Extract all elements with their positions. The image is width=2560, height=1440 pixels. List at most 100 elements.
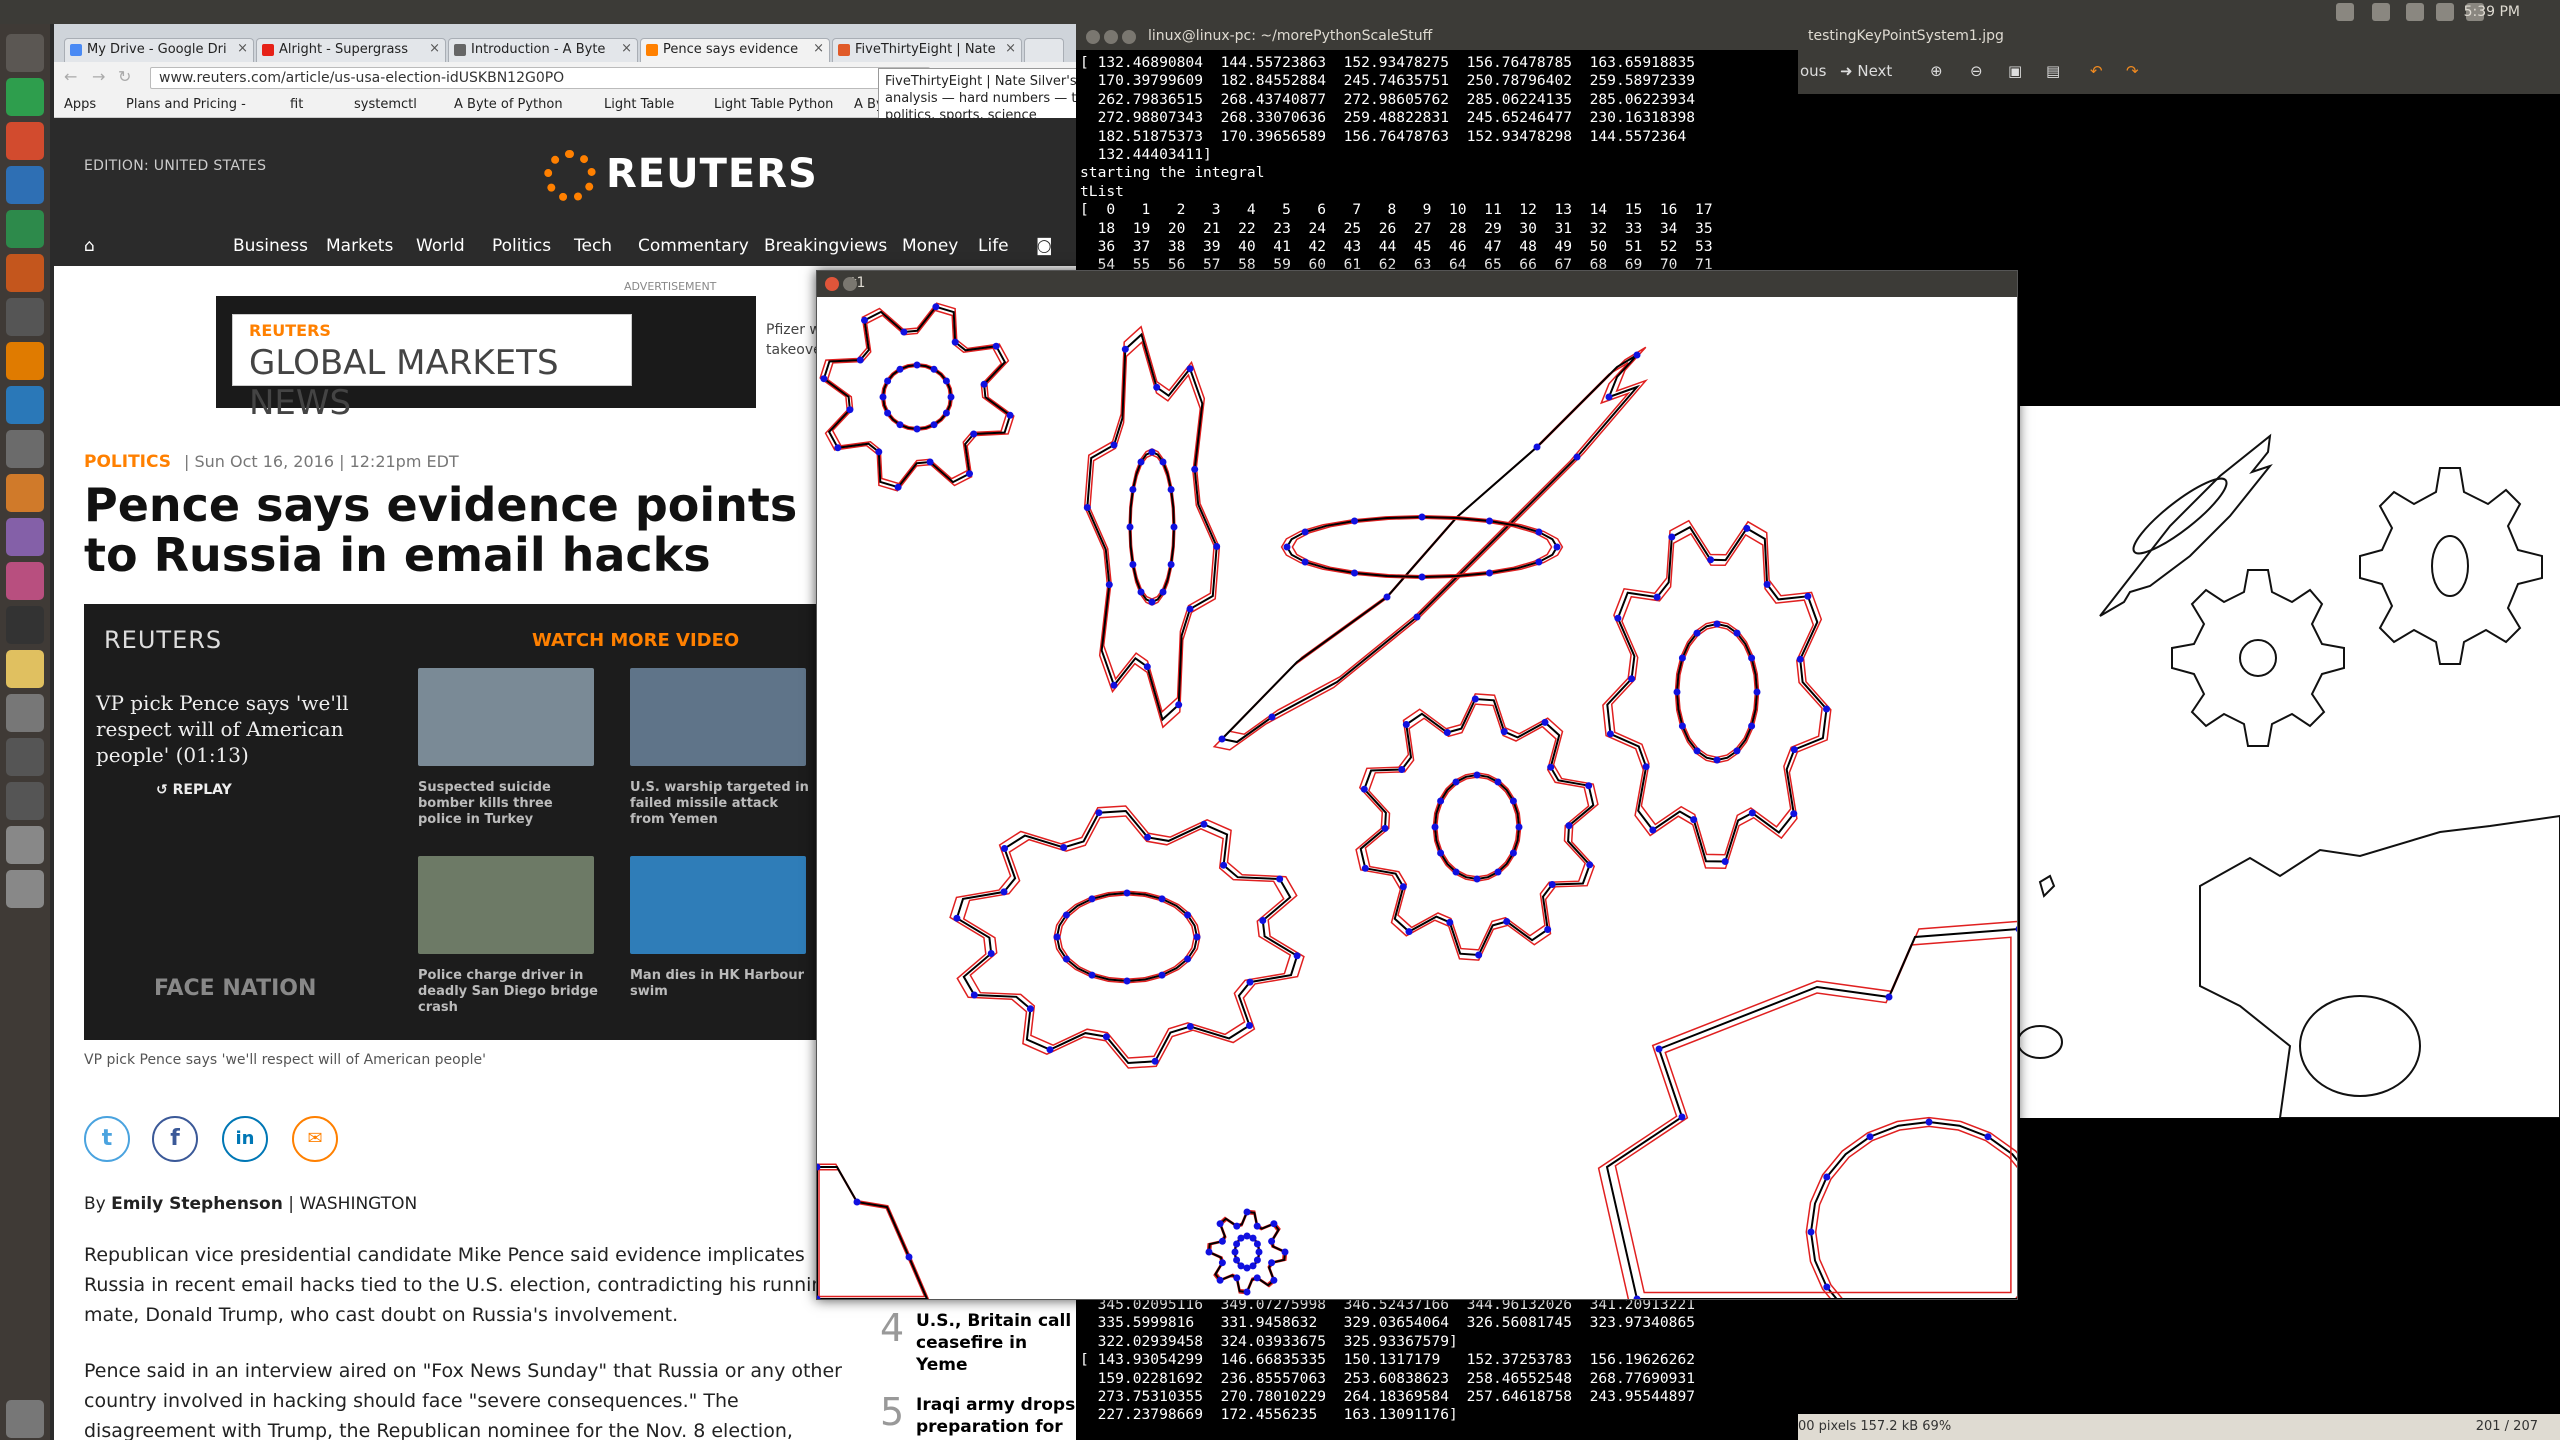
close-icon[interactable] xyxy=(1086,30,1100,44)
drive-icon[interactable] xyxy=(6,870,44,908)
bookmark[interactable]: Light Table xyxy=(604,97,674,112)
facebook-share-icon[interactable]: f xyxy=(152,1116,198,1162)
close-icon[interactable]: × xyxy=(237,41,248,56)
video-thumb-caption[interactable]: Man dies in HK Harbour swim xyxy=(630,968,810,1000)
home-icon[interactable]: ⌂ xyxy=(84,236,95,256)
nav-commentary[interactable]: Commentary xyxy=(638,236,749,256)
author-link[interactable]: Emily Stephenson xyxy=(111,1194,283,1214)
tools-icon[interactable] xyxy=(6,430,44,468)
ad-banner-text[interactable]: REUTERS GLOBAL MARKETS NEWS xyxy=(232,314,632,423)
network-icon[interactable] xyxy=(2406,3,2424,21)
tab-supergrass[interactable]: Alright - Supergrass × xyxy=(256,38,446,62)
messaging-icon[interactable] xyxy=(2372,3,2390,21)
zoom-normal-icon[interactable]: ▣ xyxy=(2008,62,2022,80)
reload-icon[interactable]: ↻ xyxy=(118,67,138,87)
image-viewer-icon[interactable] xyxy=(6,650,44,688)
forward-icon[interactable]: → xyxy=(92,67,112,87)
ubuntu-one-icon[interactable] xyxy=(6,474,44,512)
bookmark[interactable]: Apps xyxy=(64,97,96,112)
trash-icon[interactable] xyxy=(6,1400,44,1438)
nav-business[interactable]: Business xyxy=(233,236,308,256)
chrome-icon[interactable] xyxy=(6,78,44,116)
reuters-header: EDITION: UNITED STATES REUTERS ⌂ Busines… xyxy=(54,118,1082,266)
keypoint-marker xyxy=(1673,688,1681,696)
nav-politics[interactable]: Politics xyxy=(492,236,551,256)
zoom-out-icon[interactable]: ⊖ xyxy=(1970,62,1983,80)
video-thumb-caption[interactable]: U.S. warship targeted in failed missile … xyxy=(630,780,810,828)
video-thumbnail[interactable] xyxy=(418,668,594,766)
close-icon[interactable]: × xyxy=(621,41,632,56)
app-icon[interactable] xyxy=(6,518,44,556)
video-thumb-caption[interactable]: Police charge driver in deadly San Diego… xyxy=(418,968,598,1016)
zoom-fit-icon[interactable]: ▤ xyxy=(2046,62,2060,80)
url-input[interactable]: www.reuters.com/article/us-usa-election-… xyxy=(150,67,930,89)
terminal-window-lower[interactable]: 345.02095116 349.07275998 346.52437166 3… xyxy=(1076,1296,1798,1440)
nav-life[interactable]: Life xyxy=(978,236,1009,256)
video-thumbnail[interactable] xyxy=(630,856,806,954)
writer-icon[interactable] xyxy=(6,166,44,204)
files-icon[interactable] xyxy=(6,122,44,160)
camera-icon[interactable]: ◙ xyxy=(1036,236,1053,256)
nav-world[interactable]: World xyxy=(416,236,465,256)
tab-fivethirtyeight[interactable]: FiveThirtyEight | Nate × xyxy=(832,38,1022,62)
terminal-icon[interactable] xyxy=(6,606,44,644)
close-icon[interactable] xyxy=(825,277,839,291)
tab-byte-of-python[interactable]: Introduction - A Byte × xyxy=(448,38,638,62)
tab-google-drive[interactable]: My Drive - Google Dri × xyxy=(64,38,254,62)
replay-button[interactable]: ↺ REPLAY xyxy=(156,782,232,798)
next-button[interactable]: ➜ Next xyxy=(1840,62,1892,80)
viewer-image[interactable] xyxy=(2017,406,2560,1119)
edition-selector[interactable]: EDITION: UNITED STATES xyxy=(84,158,266,174)
back-icon[interactable]: ← xyxy=(64,67,84,87)
software-icon[interactable] xyxy=(6,386,44,424)
impress-icon[interactable] xyxy=(6,254,44,292)
settings-icon[interactable] xyxy=(6,298,44,336)
zoom-in-icon[interactable]: ⊕ xyxy=(1930,62,1943,80)
email-share-icon[interactable]: ✉ xyxy=(292,1116,338,1162)
close-icon[interactable]: × xyxy=(1005,41,1016,56)
nav-money[interactable]: Money xyxy=(902,236,958,256)
monitor-icon[interactable] xyxy=(6,738,44,776)
nav-markets[interactable]: Markets xyxy=(326,236,393,256)
bookmark[interactable]: fit xyxy=(290,97,303,112)
clock[interactable]: 5:39 PM xyxy=(2464,4,2520,20)
terminal-window[interactable]: linux@linux-pc: ~/morePythonScaleStuff [… xyxy=(1076,24,1798,272)
firefox-icon[interactable] xyxy=(6,342,44,380)
close-icon[interactable]: × xyxy=(429,41,440,56)
tab-reuters[interactable]: Pence says evidence × xyxy=(640,38,830,62)
video-player[interactable]: REUTERS VP pick Pence says 'we'll respec… xyxy=(84,604,844,1040)
nav-breakingviews[interactable]: Breakingviews xyxy=(764,236,887,256)
video-thumbnail[interactable] xyxy=(418,856,594,954)
keypoint-marker xyxy=(1431,823,1439,831)
bookmark[interactable]: Light Table Python xyxy=(714,97,833,112)
previous-button[interactable]: ous xyxy=(1800,62,1827,80)
close-icon[interactable]: × xyxy=(813,41,824,56)
dash-icon[interactable] xyxy=(6,34,44,72)
calc-icon[interactable] xyxy=(6,210,44,248)
maximize-icon[interactable] xyxy=(1122,30,1136,44)
dropbox-icon[interactable] xyxy=(2336,3,2354,21)
drive-icon[interactable] xyxy=(6,826,44,864)
new-tab-button[interactable] xyxy=(1024,38,1064,62)
section-label[interactable]: POLITICS xyxy=(84,452,171,472)
nav-tech[interactable]: Tech xyxy=(574,236,612,256)
app-icon[interactable] xyxy=(6,562,44,600)
bookmark[interactable]: A Byte of Python xyxy=(454,97,563,112)
bookmark[interactable]: Plans and Pricing - xyxy=(126,97,246,112)
plot-window-t1[interactable]: t1 xyxy=(816,270,2018,1300)
video-thumbnail[interactable] xyxy=(630,668,806,766)
video-thumb-caption[interactable]: Suspected suicide bomber kills three pol… xyxy=(418,780,598,828)
reuters-logo[interactable]: REUTERS xyxy=(544,150,818,202)
twitter-share-icon[interactable]: t xyxy=(84,1116,130,1162)
volume-icon[interactable] xyxy=(2436,3,2454,21)
rotate-right-icon[interactable]: ↷ xyxy=(2126,62,2139,80)
linkedin-share-icon[interactable]: in xyxy=(222,1116,268,1162)
favicon xyxy=(262,44,274,56)
minimize-icon[interactable] xyxy=(1104,30,1118,44)
app-icon[interactable] xyxy=(6,782,44,820)
help-icon[interactable] xyxy=(6,694,44,732)
minimize-icon[interactable] xyxy=(843,277,857,291)
bookmark[interactable]: systemctl xyxy=(354,97,417,112)
rotate-left-icon[interactable]: ↶ xyxy=(2090,62,2103,80)
keypoint-marker xyxy=(896,421,904,429)
